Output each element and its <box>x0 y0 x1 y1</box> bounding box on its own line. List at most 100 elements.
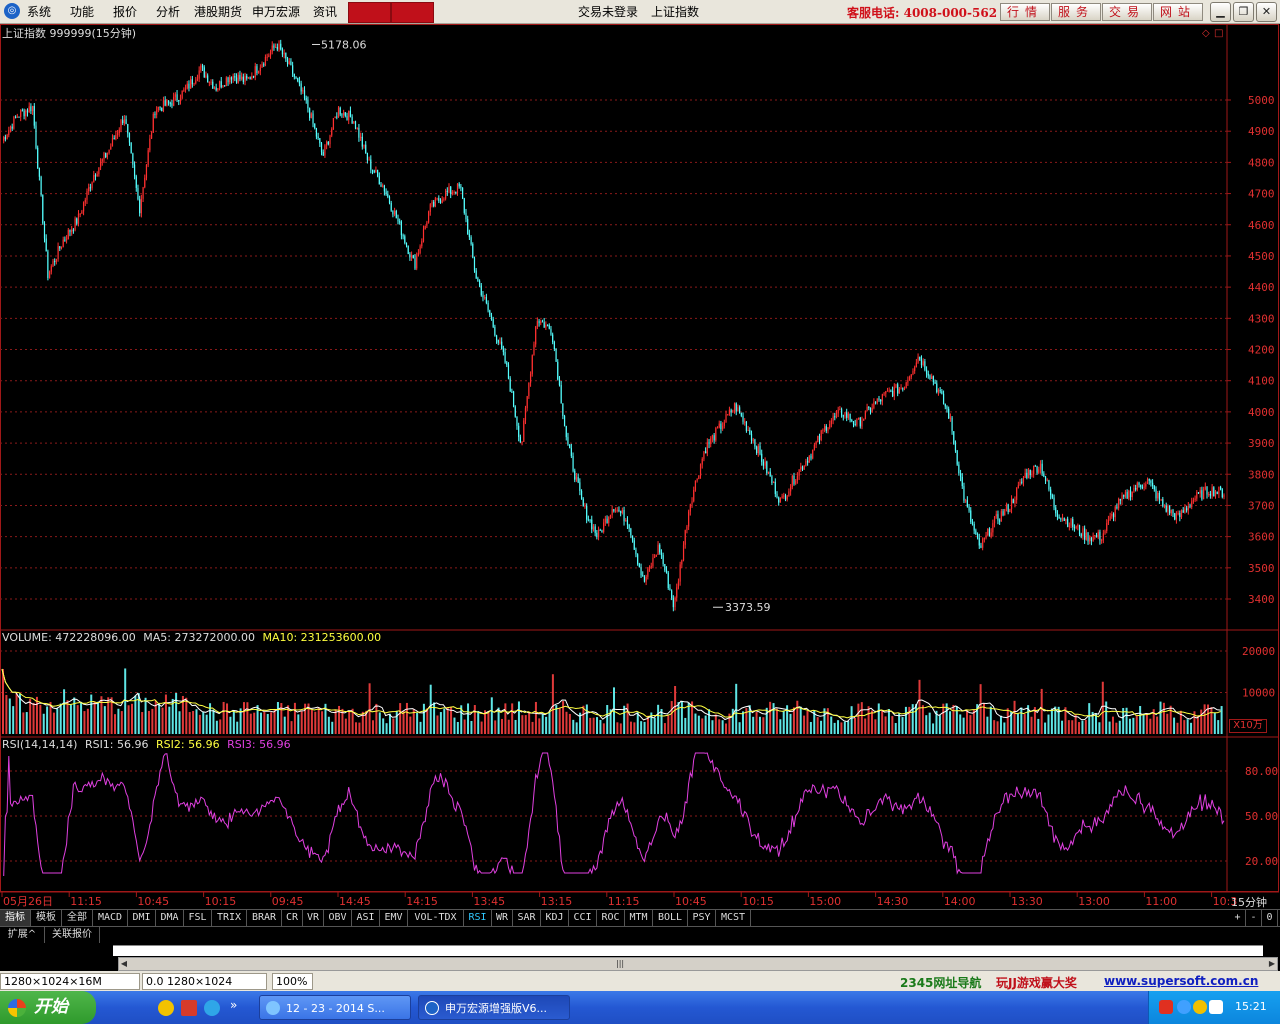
menu-item-1[interactable]: 功能 <box>70 3 94 20</box>
link-2345[interactable]: 2345网址导航 <box>900 974 981 991</box>
app-logo-icon[interactable]: ◎ <box>4 3 20 19</box>
indicator-tab-psy[interactable]: PSY <box>688 910 716 926</box>
red-toolbar-button-1[interactable] <box>348 2 391 23</box>
indicator-tab-trix[interactable]: TRIX <box>212 910 247 926</box>
quicklaunch-2-icon[interactable] <box>181 1000 197 1016</box>
volume-bar <box>775 708 778 734</box>
indicator-tab-sar[interactable]: SAR <box>513 910 541 926</box>
volume-bar <box>1132 717 1135 734</box>
service-button-3[interactable]: 网站 <box>1153 3 1203 21</box>
candle-body <box>115 134 117 139</box>
indicator-tab-全部[interactable]: 全部 <box>62 910 93 926</box>
menu-item-4[interactable]: 港股期货 <box>194 3 242 20</box>
candle-body <box>747 429 749 431</box>
volume-bar <box>290 721 293 734</box>
tab-control-1[interactable]: - <box>1246 910 1262 926</box>
candle-body <box>419 246 421 254</box>
start-button[interactable]: 开始 <box>0 991 96 1024</box>
service-button-1[interactable]: 服务 <box>1051 3 1101 21</box>
tray-plus-icon[interactable] <box>1193 1000 1207 1014</box>
status-resolution-2: 0.0 1280×1024 <box>142 973 267 990</box>
candle-body <box>857 417 860 420</box>
tray-sogou-icon[interactable] <box>1159 1000 1173 1014</box>
login-status[interactable]: 交易未登录 <box>578 3 638 20</box>
minimize-icon[interactable]: ▁ <box>1210 2 1231 22</box>
indicator-tab-cr[interactable]: CR <box>282 910 303 926</box>
tab-control-0[interactable]: + <box>1230 910 1246 926</box>
scroll-right-icon[interactable]: ▶ <box>1267 958 1277 970</box>
menu-item-6[interactable]: 资讯 <box>313 3 337 20</box>
indicator-tab-asi[interactable]: ASI <box>352 910 380 926</box>
chart-area[interactable]: 5000 4900 4800 4700 4600 4500 4400 4300 4200 4100… <box>0 24 1280 910</box>
candle-body <box>110 146 112 150</box>
indicator-tab-emv[interactable]: EMV <box>380 910 408 926</box>
task-swhy[interactable]: 申万宏源增强版V6... <box>418 995 570 1020</box>
candle-body <box>988 528 991 537</box>
indicator-tab-dma[interactable]: DMA <box>156 910 184 926</box>
service-button-2[interactable]: 交易 <box>1102 3 1152 21</box>
chart-canvas[interactable]: 5000 4900 4800 4700 4600 4500 4400 4300 4200 4100… <box>0 24 1280 908</box>
scroll-left-icon[interactable]: ◀ <box>119 958 129 970</box>
candle-body <box>336 116 338 118</box>
menu-item-3[interactable]: 分析 <box>156 3 180 20</box>
indicator-tab-macd[interactable]: MACD <box>93 910 128 926</box>
menu-item-2[interactable]: 报价 <box>113 3 137 20</box>
candle-body <box>337 107 340 118</box>
period-label[interactable]: 15分钟 <box>1231 894 1267 910</box>
candle-body <box>402 235 404 237</box>
link-supersoft[interactable]: www.supersoft.com.cn <box>1104 974 1258 988</box>
link-jj-games[interactable]: 玩JJ游戏赢大奖 <box>996 974 1077 991</box>
candle-body <box>676 587 678 598</box>
quicklaunch-3-icon[interactable] <box>204 1000 220 1016</box>
candle-body <box>13 116 15 129</box>
task-browser[interactable]: 12 - 23 - 2014 S... <box>259 995 411 1020</box>
swhy-app-icon <box>425 1001 439 1015</box>
candle-body <box>718 423 720 428</box>
indicator-tab-wr[interactable]: WR <box>492 910 513 926</box>
candle-body <box>803 465 805 470</box>
tray-shield-icon[interactable] <box>1209 1000 1223 1014</box>
indicator-tab-kdj[interactable]: KDJ <box>541 910 569 926</box>
indicator-tab-指标[interactable]: 指标 <box>0 910 31 926</box>
indicator-tab-brar[interactable]: BRAR <box>247 910 282 926</box>
volume-bar <box>684 717 687 734</box>
red-toolbar-button-2[interactable] <box>391 2 434 23</box>
indicator-tab-模板[interactable]: 模板 <box>31 910 62 926</box>
candle-body <box>431 201 433 205</box>
candle-body <box>790 487 792 492</box>
horizontal-scrollbar[interactable]: ◀ ||| ▶ <box>118 957 1278 971</box>
price-tick-label-1: 4900 <box>1248 125 1275 138</box>
sub-tab-1[interactable]: 关联报价 <box>45 927 100 943</box>
indicator-tab-mcst[interactable]: MCST <box>716 910 751 926</box>
service-button-0[interactable]: 行情 <box>1000 3 1050 21</box>
tab-control-2[interactable]: 0 <box>1262 910 1278 926</box>
candle-body <box>635 549 637 555</box>
volume-bar <box>117 708 120 734</box>
close-icon[interactable]: ✕ <box>1256 2 1277 22</box>
indicator-tab-roc[interactable]: ROC <box>597 910 625 926</box>
indicator-tab-obv[interactable]: OBV <box>324 910 352 926</box>
menu-item-5[interactable]: 申万宏源 <box>252 3 300 20</box>
volume-bar <box>714 714 717 734</box>
indicator-tab-dmi[interactable]: DMI <box>128 910 156 926</box>
scroll-thumb[interactable]: ||| <box>616 959 624 969</box>
indicator-tab-mtm[interactable]: MTM <box>625 910 653 926</box>
volume-bar <box>1081 720 1084 734</box>
candle-body <box>560 385 562 404</box>
volume-bar <box>833 722 836 734</box>
indicator-tab-rsi[interactable]: RSI <box>464 910 492 926</box>
tray-arrow-icon[interactable] <box>1177 1000 1191 1014</box>
high-marker-label: 5178.06 <box>321 38 367 51</box>
indicator-tab-fsl[interactable]: FSL <box>184 910 212 926</box>
indicator-tab-vol-tdx[interactable]: VOL-TDX <box>408 910 464 926</box>
indicator-tab-vr[interactable]: VR <box>303 910 324 926</box>
quicklaunch-more-icon[interactable]: » <box>230 998 237 1012</box>
indicator-tab-boll[interactable]: BOLL <box>653 910 688 926</box>
restore-icon[interactable]: ❐ <box>1233 2 1254 22</box>
indicator-tab-cci[interactable]: CCI <box>569 910 597 926</box>
sub-tab-0[interactable]: 扩展^ <box>0 927 45 943</box>
menu-item-0[interactable]: 系统 <box>27 3 51 20</box>
candle-body <box>1143 486 1145 488</box>
quicklaunch-1-icon[interactable] <box>158 1000 174 1016</box>
candle-body <box>232 76 234 80</box>
